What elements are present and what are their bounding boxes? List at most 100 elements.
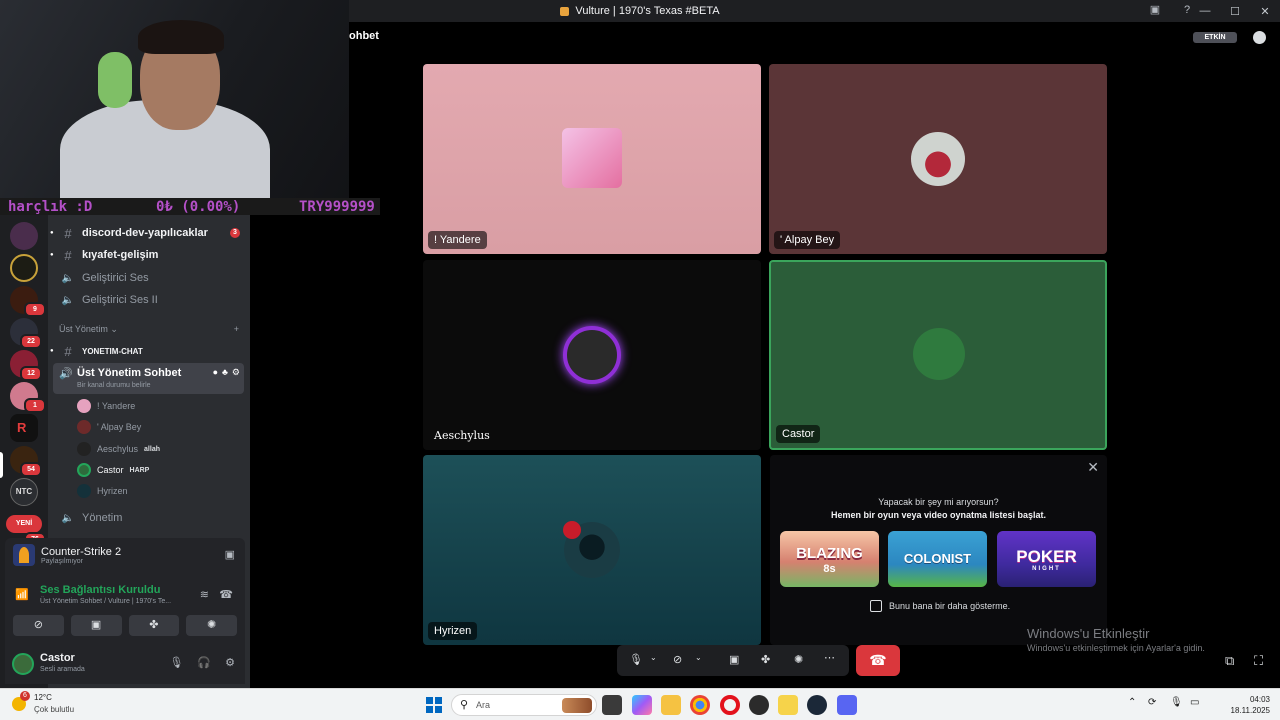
fullscreen-icon[interactable]: ⛶ xyxy=(1254,653,1263,669)
gear-icon[interactable]: ⚙ xyxy=(232,367,240,378)
voice-channel[interactable]: 🔈 Geliştirici Ses xyxy=(54,268,244,288)
signal-icon[interactable]: 📶 xyxy=(15,588,29,601)
app-icon[interactable] xyxy=(749,695,769,715)
screen-share-icon[interactable]: ▣ xyxy=(729,653,739,666)
server-icon[interactable] xyxy=(10,222,38,250)
avatar xyxy=(77,420,91,434)
game-card-colonist[interactable]: COLONIST xyxy=(888,531,987,587)
hash-icon: # xyxy=(64,225,72,241)
activity-panel[interactable]: Counter-Strike 2 Paylaşılmıyor ▣ xyxy=(5,540,245,570)
camera-toggle-button[interactable]: ⊘ xyxy=(13,615,64,636)
network-sync-icon[interactable]: ⟳ xyxy=(1148,697,1156,708)
game-card-poker[interactable]: POKER NIGHT xyxy=(997,531,1096,587)
window-title: Vulture | 1970's Texas #BETA xyxy=(560,5,720,17)
system-clock[interactable]: 04:03 18.11.2025 xyxy=(1200,694,1270,716)
windows-taskbar: 6 12°C Çok bulutlu ⚲ Ara ⌃ ⟳ 🎙 ▭ 04:03 1… xyxy=(0,688,1280,720)
soundboard-button[interactable]: ✺ xyxy=(186,615,237,636)
participant-tile[interactable]: ' Alpay Bey xyxy=(769,64,1107,254)
gear-icon[interactable]: ⚙ xyxy=(225,656,235,669)
activities-button[interactable]: ✤ xyxy=(128,615,180,636)
more-icon[interactable]: ⋯ xyxy=(824,651,835,664)
steam-icon[interactable] xyxy=(807,695,827,715)
app-icon[interactable] xyxy=(778,695,798,715)
participant-tile-speaking[interactable]: Castor xyxy=(769,260,1107,450)
headphones-icon[interactable]: 🎧 xyxy=(197,656,211,669)
noise-suppression-icon[interactable]: ≋ xyxy=(200,588,209,601)
display-icon[interactable]: ▭ xyxy=(1190,697,1199,708)
voice-user[interactable]: Hyrizen xyxy=(77,482,128,500)
weather-badge: 6 xyxy=(20,691,30,701)
popout-icon[interactable]: ⧉ xyxy=(1225,653,1234,669)
screen-share-icon[interactable]: ▣ xyxy=(1148,3,1162,17)
user-tag: HARP xyxy=(129,466,150,474)
participant-tile[interactable]: ! Yandere xyxy=(423,64,761,254)
chevron-down-icon[interactable]: ⌄ xyxy=(695,653,702,662)
avatar xyxy=(563,326,621,384)
microphone-icon[interactable]: 🎙 xyxy=(169,656,183,669)
disconnect-call-button[interactable]: ☎ xyxy=(856,645,900,676)
game-icon xyxy=(13,544,35,566)
text-channel[interactable]: ● # YONETIM-CHAT xyxy=(50,341,244,361)
server-icon[interactable]: R xyxy=(10,414,38,442)
category-header[interactable]: Üst Yönetim ⌄ + xyxy=(59,324,239,335)
channel-tools: ● ♣ ⚙ xyxy=(213,367,240,378)
search-highlight-image xyxy=(562,698,592,713)
task-view-icon[interactable] xyxy=(602,695,622,715)
active-badge[interactable]: ETKİN xyxy=(1193,32,1237,43)
opera-icon[interactable] xyxy=(720,695,740,715)
unread-indicator: ● xyxy=(50,230,54,236)
text-channel[interactable]: ● # kıyafet-gelişim xyxy=(50,245,244,265)
disconnect-icon[interactable]: ☎ xyxy=(219,588,233,601)
checkbox-box[interactable] xyxy=(870,600,882,612)
file-explorer-icon[interactable] xyxy=(661,695,681,715)
camera-off-icon[interactable]: ⊘ xyxy=(673,653,682,666)
chevron-down-icon[interactable]: ⌄ xyxy=(650,653,657,662)
server-icon[interactable] xyxy=(10,254,38,282)
avatar[interactable] xyxy=(12,653,34,675)
chrome-icon[interactable] xyxy=(690,695,710,715)
user-tag: allah xyxy=(144,445,160,453)
text-channel[interactable]: ● # discord-dev-yapılıcaklar 3 xyxy=(50,223,244,243)
chevron-up-icon[interactable]: ⌃ xyxy=(1128,697,1136,708)
voice-user[interactable]: ! Yandere xyxy=(77,397,135,415)
microphone-icon[interactable]: 🎙 xyxy=(629,653,643,666)
user-controls: 🎙 🎧 ⚙ xyxy=(169,656,235,669)
new-unreads-pill[interactable]: YENİ xyxy=(6,515,42,533)
discord-icon[interactable] xyxy=(837,695,857,715)
add-channel-icon[interactable]: + xyxy=(234,324,239,335)
dont-show-again-checkbox[interactable]: Bunu bana bir daha gösterme. xyxy=(870,600,1010,612)
maximize-button[interactable]: ☐ xyxy=(1220,5,1250,18)
screen-share-button[interactable]: ▣ xyxy=(70,615,122,636)
minimize-button[interactable]: — xyxy=(1190,5,1220,17)
chat-icon[interactable]: ● xyxy=(213,367,218,378)
voice-user[interactable]: ' Alpay Bey xyxy=(77,418,141,436)
speaker-icon: 🔈 xyxy=(61,272,75,284)
close-icon[interactable]: ✕ xyxy=(1087,459,1099,476)
voice-channel[interactable]: 🔈 Yönetim xyxy=(54,508,244,528)
donation-ticker: harçlık :D 0₺ (0.00%) TRY999999 xyxy=(0,198,380,215)
avatar xyxy=(911,132,965,186)
voice-channel[interactable]: 🔈 Geliştirici Ses II xyxy=(54,290,244,310)
activities-icon[interactable]: ✤ xyxy=(761,653,770,666)
stream-game-icon[interactable]: ▣ xyxy=(225,548,235,561)
channel-status-hint[interactable]: Bir kanal durumu belirle xyxy=(77,382,151,389)
game-card-blazing[interactable]: BLAZING 8s xyxy=(780,531,879,587)
copilot-icon[interactable] xyxy=(632,695,652,715)
speaker-icon: 🔈 xyxy=(61,294,75,306)
participant-tile[interactable]: Aeschylus xyxy=(423,260,761,450)
mention-badge: 22 xyxy=(20,334,42,349)
microphone-icon[interactable]: 🎙 xyxy=(1170,697,1183,708)
voice-user[interactable]: Aeschylus allah xyxy=(77,440,160,458)
user-panel: Castor Sesli aramada 🎙 🎧 ⚙ xyxy=(5,648,245,684)
call-control-bar: 🎙 ⌄ ⊘ ⌄ ▣ ✤ ✺ ⋯ xyxy=(617,645,849,676)
voice-user[interactable]: Castor HARP xyxy=(77,461,149,479)
active-voice-channel[interactable]: 🔊 Üst Yönetim Sohbet Bir kanal durumu be… xyxy=(53,363,244,394)
participant-tile[interactable]: Hyrizen xyxy=(423,455,761,645)
chat-bubble-icon[interactable] xyxy=(1253,31,1266,44)
server-icon-ntc[interactable]: NTC xyxy=(10,478,38,506)
close-button[interactable]: ✕ xyxy=(1250,5,1280,18)
start-button[interactable] xyxy=(426,697,442,713)
taskbar-search[interactable]: ⚲ Ara xyxy=(451,694,597,716)
soundboard-icon[interactable]: ✺ xyxy=(794,653,803,666)
invite-icon[interactable]: ♣ xyxy=(222,367,228,378)
